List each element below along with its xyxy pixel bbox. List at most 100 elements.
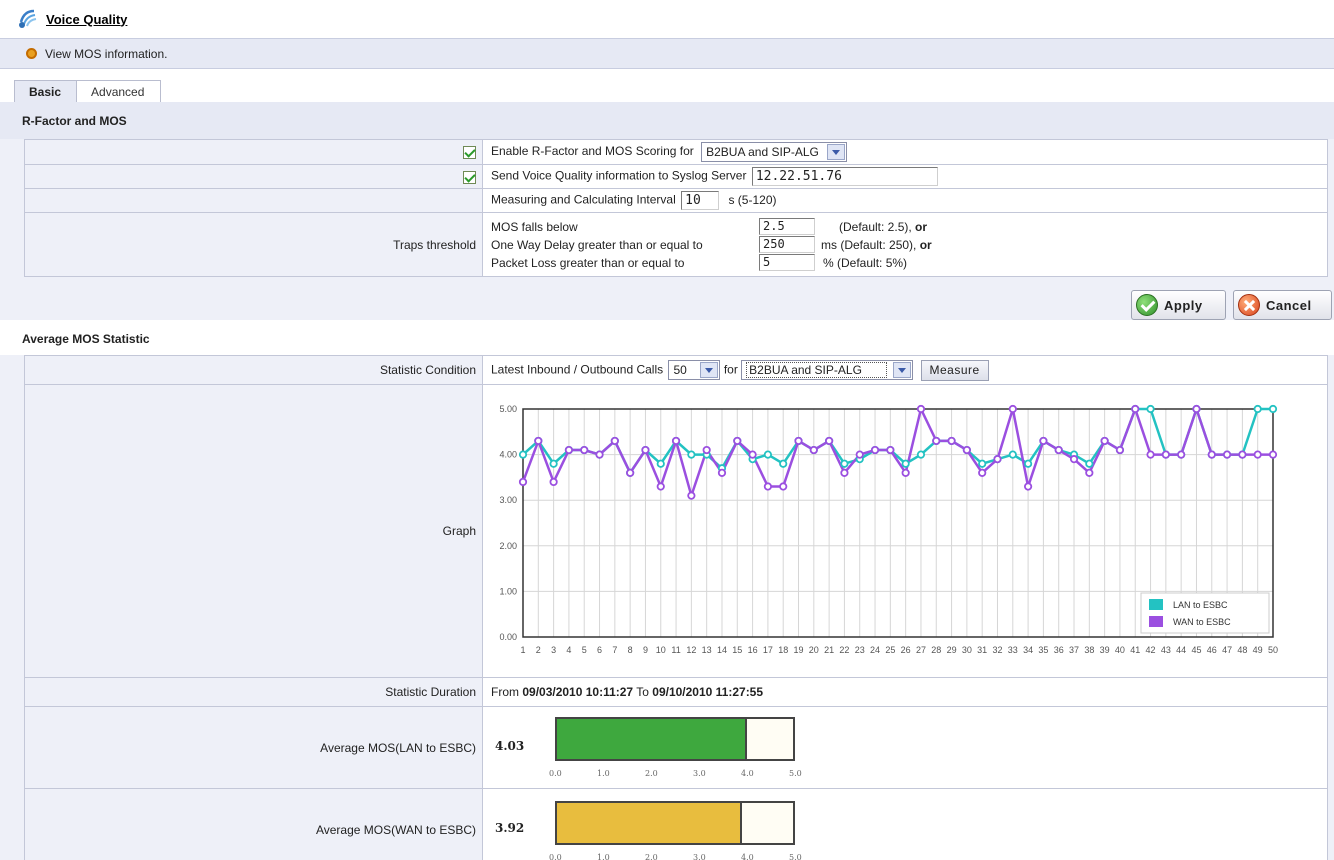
mos-line-chart: 0.001.002.003.004.005.001 2 3 4 5 6 7 8 9 10 11 12 1… [499,404,1278,655]
x-tick-label: 26 [901,645,911,655]
y-tick-label: 4.00 [499,450,517,460]
page-title[interactable]: Voice Quality [46,12,127,27]
x-tick-label: 20 [809,645,819,655]
x-tick-label: 34 [1023,645,1033,655]
syslog-server-input[interactable]: 12.22.51.76 [751,167,938,186]
x-tick-label: 17 [763,645,773,655]
data-point-wan [595,450,604,459]
y-tick-label: 5.00 [499,404,517,414]
x-tick-label: 8 [628,645,633,655]
data-point-lan [687,450,696,459]
trap-mos-input[interactable]: 2.5 [759,218,815,235]
avg-lan-value: 4.03 [495,739,525,753]
trap-mos-default: (Default: 2.5), or [839,220,927,234]
y-tick-label: 3.00 [499,495,517,505]
data-point-wan [1100,436,1109,446]
x-tick-label: 2 [536,645,541,655]
data-point-wan [978,468,987,477]
apply-button-label: Apply [1164,297,1203,313]
bar-tick-label: 0.0 [549,853,562,860]
data-point-wan [1115,445,1125,455]
enable-scoring-cell: Enable R-Factor and MOS Scoring for B2BU… [482,139,1328,165]
x-tick-label: 7 [612,645,617,655]
x-tick-label: 47 [1222,645,1232,655]
interval-label-cell [24,188,483,213]
measure-button[interactable]: Measure [920,359,989,381]
legend-label: WAN to ESBC [1173,617,1231,627]
statistic-condition-text: Latest Inbound / Outbound Calls [491,362,664,377]
x-tick-label: 25 [885,645,895,655]
enable-scoring-checkbox[interactable] [463,146,476,160]
data-point-wan [779,482,788,491]
statistic-duration-cell: From 09/03/2010 10:11:27 To 09/10/2010 1… [482,677,1328,707]
data-point-wan [671,436,681,446]
data-point-wan [626,468,635,477]
interval-input[interactable]: 10 [681,191,720,210]
data-point-wan [1146,450,1155,459]
info-text: View MOS information. [45,46,168,61]
data-point-wan [1008,404,1017,414]
x-tick-label: 46 [1207,645,1217,655]
data-point-lan [1085,459,1094,468]
data-point-wan [1253,450,1262,459]
duration-end: 09/10/2010 11:27:55 [652,685,764,699]
data-point-wan [1161,450,1170,459]
trap-row-delay: One Way Delay greater than or equal to 2… [491,236,1327,254]
syslog-checkbox-cell [24,164,483,189]
voice-quality-logo-icon [19,9,37,28]
data-point-wan [1222,450,1232,459]
close-icon [1238,294,1260,316]
x-tick-label: 43 [1161,645,1171,655]
info-bar: View MOS information. [0,38,1334,69]
data-point-lan [779,459,788,468]
tab-strip: Basic Advanced [14,80,162,102]
data-point-wan [1192,404,1201,414]
data-point-wan [1207,450,1216,459]
x-tick-label: 4 [566,645,571,655]
x-tick-label: 9 [643,645,648,655]
data-point-wan [518,477,528,487]
apply-button[interactable]: Apply [1131,290,1226,320]
data-point-lan [840,459,849,468]
data-point-wan [993,455,1002,464]
graph-cell: 0.00 1.00 2.00 3.00 4.00 5.00 1 2 3 4 5 6 7 8 9 10 11 12 1… [482,384,1328,678]
data-point-wan [886,445,895,455]
trap-delay-default-text: ms (Default: 250), [821,237,920,252]
data-point-lan [916,450,926,459]
enable-scoring-select[interactable]: B2BUA and SIP-ALG [701,142,848,162]
x-tick-label: 27 [916,645,926,655]
trap-delay-input[interactable]: 250 [759,236,815,253]
data-point-wan [962,445,971,455]
data-point-lan [1268,404,1278,414]
tab-advanced[interactable]: Advanced [76,80,162,102]
x-tick-label: 39 [1100,645,1110,655]
x-tick-label: 13 [702,645,712,655]
legend-swatch [1149,616,1163,627]
trap-loss-input[interactable]: 5 [759,254,815,271]
tab-basic[interactable]: Basic [14,80,79,102]
x-tick-label: 49 [1253,645,1263,655]
bar-tick-label: 4.0 [741,853,754,860]
x-tick-label: 5 [582,645,587,655]
trap-delay-default: ms (Default: 250), or [821,238,932,252]
cancel-button[interactable]: Cancel [1233,290,1332,320]
duration-to-text: To [636,685,649,699]
syslog-checkbox[interactable] [463,170,476,184]
x-tick-label: 30 [962,645,972,655]
bar-tick-label: 3.0 [693,853,706,860]
data-point-wan [733,436,742,446]
data-point-wan [794,436,803,446]
calls-count-select[interactable]: 50 [668,360,721,380]
avg-lan-bar [555,717,795,761]
data-point-lan [1146,404,1155,414]
data-point-wan [534,436,543,446]
x-tick-label: 48 [1237,645,1247,655]
data-point-wan [870,445,880,455]
statistic-mode-select[interactable]: B2BUA and SIP-ALG [741,360,914,380]
data-point-lan [549,459,558,468]
avg-wan-value: 3.92 [495,821,525,835]
interval-unit: s (5-120) [728,192,777,207]
x-tick-label: 14 [717,645,727,655]
title-bar: Voice Quality [0,0,1334,38]
x-tick-label: 38 [1084,645,1094,655]
